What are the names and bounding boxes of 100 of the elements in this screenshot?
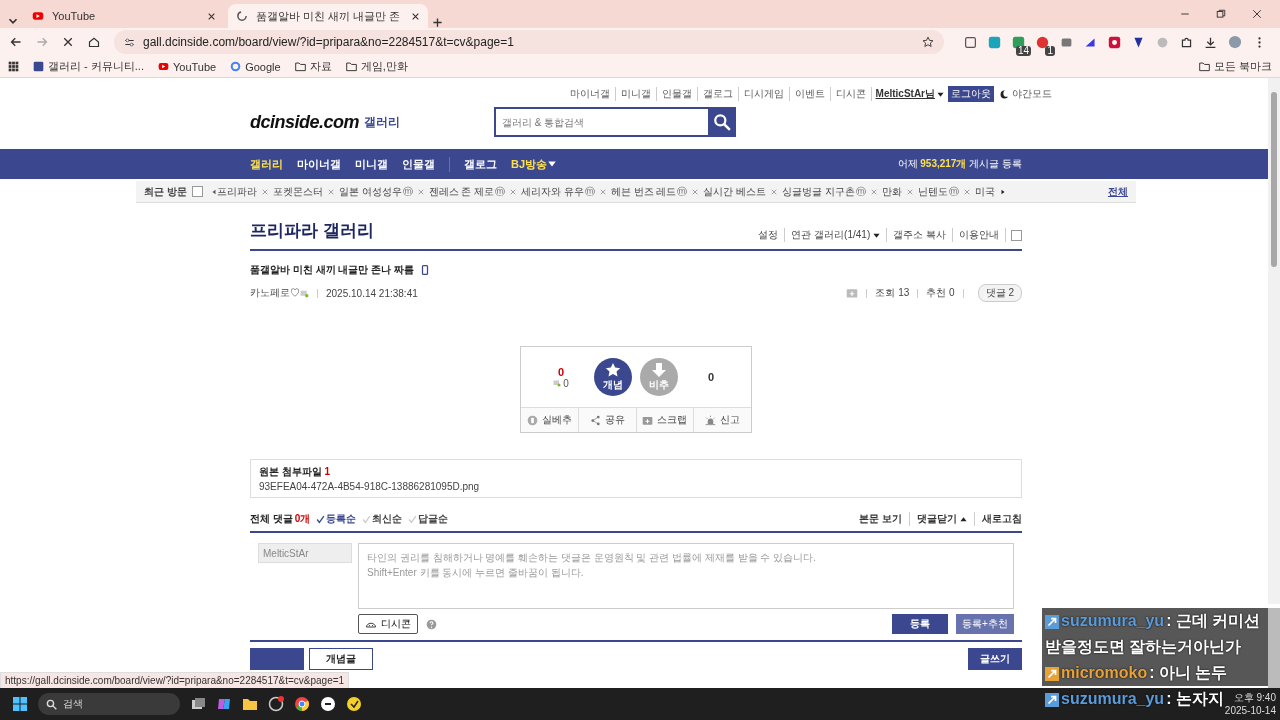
- top-link[interactable]: 이벤트: [789, 87, 831, 101]
- top-link[interactable]: 디시콘: [830, 87, 872, 101]
- recent-gallery[interactable]: 만화: [882, 184, 903, 199]
- new-tab-icon: [432, 17, 443, 28]
- recent-gallery[interactable]: 실시간 베스트: [703, 184, 767, 199]
- all-link[interactable]: 전체: [1108, 184, 1128, 199]
- top-link[interactable]: 디시게임: [738, 87, 790, 101]
- top-link[interactable]: 마이너갤: [564, 87, 616, 101]
- dccon-button[interactable]: 디시콘: [358, 614, 418, 634]
- tab-title[interactable]: YouTube: [52, 10, 199, 22]
- address-bar[interactable]: gall.dcinside.com/board/view/?id=pripara&no=2284517&t=cv&page=1: [114, 30, 944, 54]
- gallery-link[interactable]: 연관 갤러리(1/41): [791, 228, 871, 242]
- nav-link[interactable]: 갤러리: [250, 156, 283, 172]
- gallery-link[interactable]: 이용안내: [959, 228, 999, 242]
- browser-tab[interactable]: YouTube: [24, 4, 224, 28]
- chat-scrollbar[interactable]: [1268, 608, 1280, 688]
- recent-gallery[interactable]: 젠레스 존 제로: [428, 184, 495, 199]
- folder-icon: [242, 696, 258, 712]
- sort-option[interactable]: 등록순: [316, 512, 357, 526]
- all-bookmarks[interactable]: 모든 북마크: [1213, 59, 1272, 74]
- taskbar-search[interactable]: 검색: [38, 693, 180, 715]
- comment-link[interactable]: 본문 보기: [859, 512, 902, 526]
- close-icon[interactable]: [327, 188, 334, 195]
- extension-icon: [1108, 35, 1121, 49]
- downvote-count: 0: [706, 371, 716, 383]
- b-circle-icon: [526, 414, 538, 426]
- recent-gallery[interactable]: 프리파라: [216, 184, 257, 199]
- submit-recommend-button[interactable]: 등록+추천: [956, 614, 1014, 634]
- logout-button[interactable]: 로그아웃: [948, 86, 994, 102]
- mobile-icon: [419, 265, 430, 275]
- recent-gallery[interactable]: 포켓몬스터: [272, 184, 323, 199]
- top-link[interactable]: 인물갤: [656, 87, 698, 101]
- bookmark[interactable]: 갤러리 - 커뮤니티...: [48, 59, 144, 74]
- youtube-icon: [157, 61, 169, 72]
- close-icon[interactable]: [907, 188, 914, 195]
- site-logo[interactable]: dcinside.com: [250, 111, 360, 133]
- fixed-user-icon: [553, 379, 562, 387]
- sort-option[interactable]: 최신순: [362, 512, 403, 526]
- close-icon[interactable]: [599, 188, 606, 195]
- top-link[interactable]: 갤로그: [697, 87, 739, 101]
- recent-gallery[interactable]: 일본 여성성우: [338, 184, 402, 199]
- close-icon[interactable]: [871, 188, 878, 195]
- profile-avatar-icon: [1228, 35, 1242, 49]
- submit-button[interactable]: 등록: [892, 614, 948, 634]
- gallery-link[interactable]: 갤주소 복사: [893, 228, 946, 242]
- post-action-button[interactable]: 스크랩: [636, 408, 695, 432]
- dropdown-toggle[interactable]: [191, 186, 203, 197]
- bookmark[interactable]: 게임,만화: [360, 59, 408, 74]
- close-icon[interactable]: [261, 188, 268, 195]
- chat-app-icon: [320, 696, 336, 712]
- extension-icon: [1132, 35, 1145, 49]
- recent-gallery[interactable]: 미국: [975, 184, 996, 199]
- nav-link[interactable]: BJ방송: [511, 156, 548, 172]
- nav-link[interactable]: 미니갤: [355, 156, 388, 172]
- restore-icon: [1216, 9, 1226, 19]
- nav-link[interactable]: 마이너갤: [297, 156, 341, 172]
- bookmark[interactable]: YouTube: [172, 60, 217, 73]
- comment-link[interactable]: 댓글닫기: [917, 512, 957, 526]
- youtube-icon: [32, 10, 44, 22]
- close-icon[interactable]: [771, 188, 778, 195]
- featured-posts-button[interactable]: 개념글: [309, 648, 373, 670]
- post-action-button[interactable]: 실베추: [521, 408, 579, 432]
- nav-link[interactable]: 인물갤: [402, 156, 435, 172]
- recent-gallery[interactable]: 싱글벙글 지구촌: [782, 184, 856, 199]
- author-nickname[interactable]: 카노페로♡: [250, 286, 300, 300]
- forward-icon: [36, 36, 48, 48]
- upvote-button[interactable]: 개념: [594, 358, 632, 396]
- comment-link[interactable]: 새로고침: [982, 512, 1022, 526]
- bookmark[interactable]: Google: [245, 60, 281, 73]
- comment-count-button[interactable]: 댓글 2: [977, 284, 1022, 302]
- post-action-button[interactable]: 신고: [694, 408, 751, 432]
- search-field[interactable]: 갤러리 & 통합검색: [494, 107, 709, 137]
- search-icon: [46, 698, 57, 710]
- recent-gallery[interactable]: 헤븐 번즈 레드: [610, 184, 677, 199]
- close-icon[interactable]: [510, 188, 517, 195]
- minor-gallery-mark: ⓜ: [677, 184, 688, 199]
- recent-gallery[interactable]: 닌텐도: [918, 184, 949, 199]
- clock-date[interactable]: 2025-10-14: [1224, 704, 1276, 717]
- top-link[interactable]: 미니갤: [615, 87, 657, 101]
- close-icon[interactable]: [417, 188, 424, 195]
- close-icon[interactable]: [692, 188, 699, 195]
- night-mode-link[interactable]: 야간모드: [1009, 87, 1052, 101]
- post-action-button[interactable]: 공유: [578, 408, 637, 432]
- tab-title[interactable]: 품갤알바 미친 새끼 내글만 존: [256, 8, 403, 24]
- scrollbar[interactable]: [1268, 78, 1280, 604]
- recent-gallery[interactable]: 세리자와 유우: [521, 184, 584, 199]
- dropdown-toggle[interactable]: [1011, 229, 1022, 241]
- attachment-file-link[interactable]: 93EFEA04-472A-4B54-918C-13886281095D.png: [259, 481, 1013, 492]
- comment-input[interactable]: 타인의 권리를 침해하거나 명예를 훼손하는 댓글은 운영원칙 및 관련 법률에 제재를 받을 수 있습니다. Shift+Enter 키를 동시에 누르면 줄바꿈이 됩니다.: [358, 543, 1014, 609]
- siren-icon: [705, 414, 717, 426]
- gallery-link[interactable]: 설정: [758, 228, 779, 242]
- close-icon[interactable]: [964, 188, 971, 195]
- browser-tab[interactable]: 품갤알바 미친 새끼 내글만 존: [228, 4, 428, 28]
- bookmark[interactable]: 자료: [309, 59, 332, 74]
- user-menu[interactable]: MelticStAr님: [871, 87, 937, 101]
- sort-option[interactable]: 답글순: [408, 512, 449, 526]
- clock-time[interactable]: 오후 9:40: [1224, 691, 1276, 704]
- write-button[interactable]: 글쓰기: [968, 648, 1022, 670]
- nav-link[interactable]: 갤로그: [464, 156, 497, 172]
- search-button[interactable]: [708, 107, 737, 137]
